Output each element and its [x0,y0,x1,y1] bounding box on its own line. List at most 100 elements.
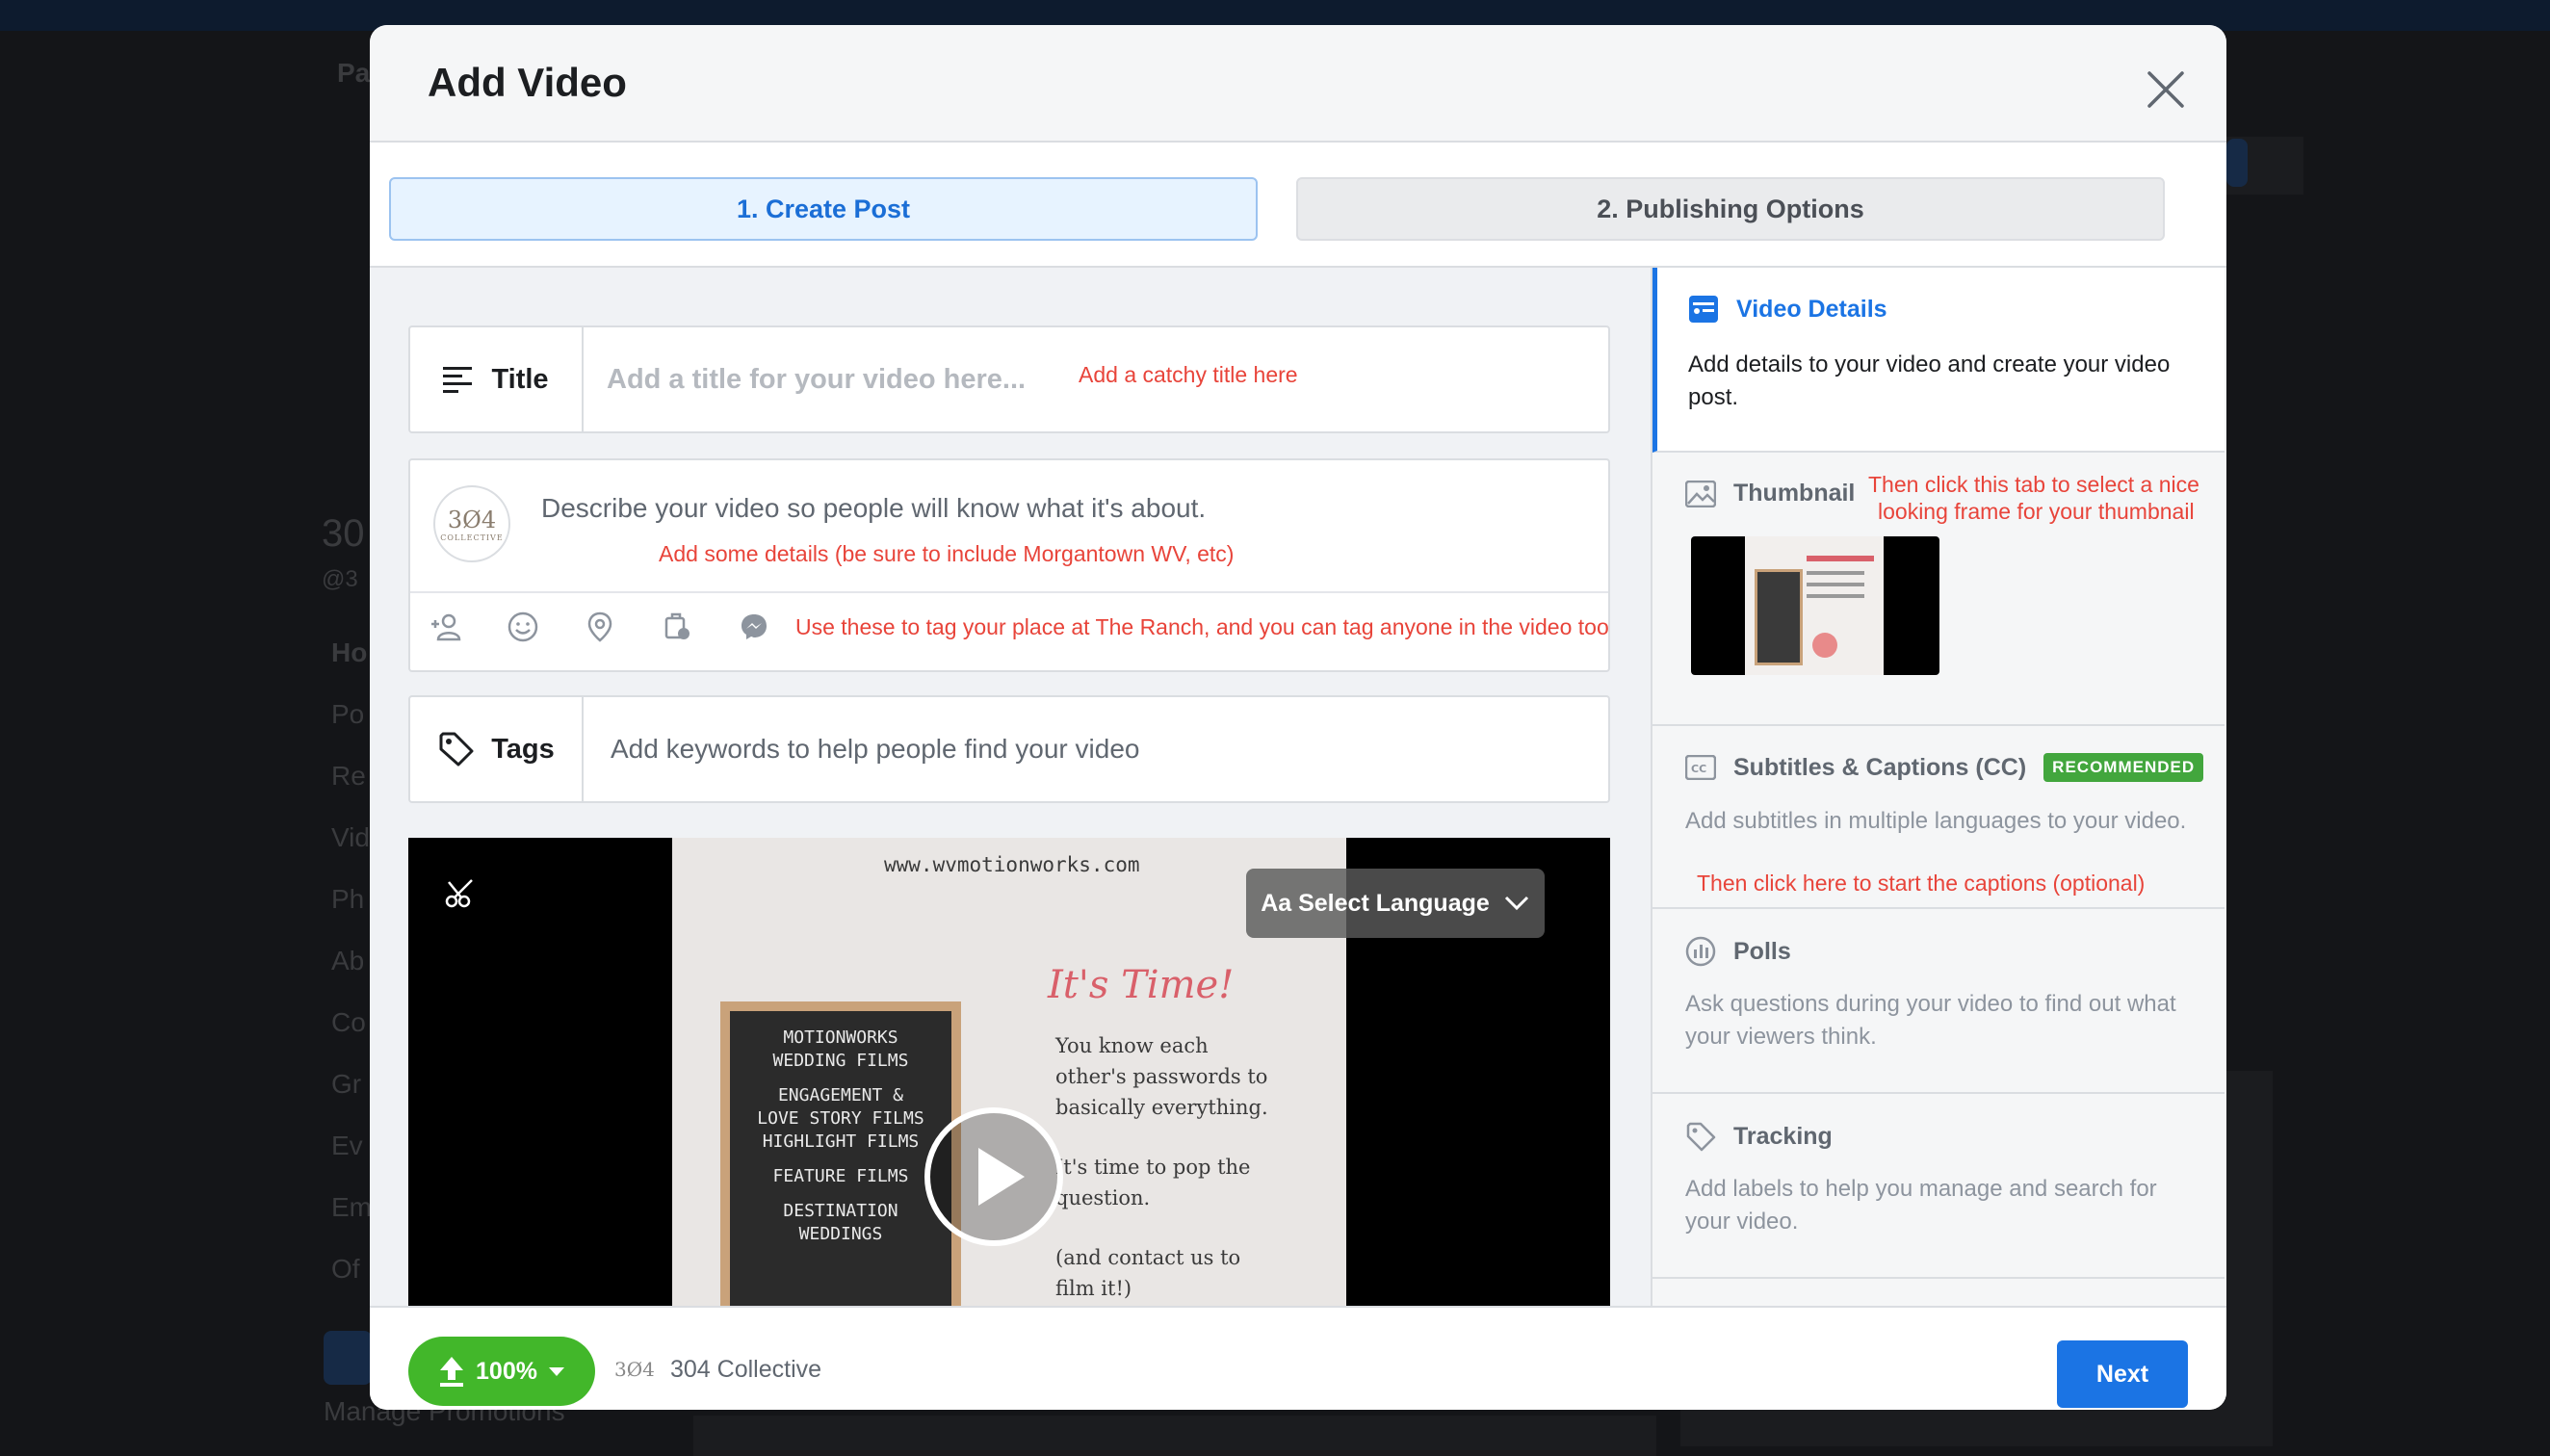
poll-icon [1685,936,1716,967]
letterboard-line: ENGAGEMENT & [777,1085,904,1105]
close-button[interactable] [2140,64,2192,116]
thumbnail-title: Thumbnail [1733,480,1856,507]
select-language-button[interactable]: Aa Select Language [1246,869,1545,938]
letterboard-line: FEATURE FILMS [772,1166,909,1186]
tag-people-icon[interactable] [429,611,462,643]
tags-input[interactable]: Add keywords to help people find your vi… [611,734,1139,765]
title-label-text: Title [491,363,549,395]
video-options-sidebar: Video Details Add details to your video … [1651,268,2226,1306]
tag-icon [439,732,474,767]
avatar: 3Ø4 COLLECTIVE [433,485,510,562]
thumbnail-header: Thumbnail [1685,480,1855,507]
video-copy-line [1055,1213,1306,1242]
polls-header: Polls [1685,936,1791,967]
background-promote-button [324,1331,372,1385]
thumbnail-preview[interactable] [1691,536,1939,675]
text-lines-icon [443,367,473,393]
tags-label-text: Tags [491,733,555,765]
feeling-icon[interactable] [507,611,539,643]
video-url: www.wvmotionworks.com [884,853,1140,876]
background-nav-10: Of [331,1254,360,1284]
subtitles-desc: Add subtitles in multiple languages to y… [1685,808,2187,834]
tags-field[interactable]: Tags Add keywords to help people find yo… [408,695,1610,803]
sidebar-item-polls[interactable]: Polls Ask questions during your video to… [1652,909,2225,1094]
video-copy-line: basically everything. [1055,1096,1268,1119]
video-details-title: Video Details [1736,295,1887,323]
background-nav-9: Em [331,1192,372,1222]
title-field[interactable]: Title Add a title for your video here...… [408,325,1610,433]
polls-title: Polls [1733,937,1791,965]
background-blue-button [2226,139,2248,187]
subtitles-header: CC Subtitles & Captions (CC) RECOMMENDED [1685,753,2204,782]
sponsor-tag-icon[interactable] [661,611,693,643]
letterboard-line: DESTINATION [783,1201,898,1221]
upload-progress-label: 100% [476,1357,537,1385]
letterboard-text: MOTIONWORKS WEDDING FILMS ENGAGEMENT & L… [730,1011,951,1306]
thumbnail-annotation-1: Then click this tab to select a nice [1868,472,2199,497]
description-annotation: Add some details (be sure to include Mor… [659,541,1235,566]
background-nav-2: Re [331,761,366,791]
background-nav-4: Ph [331,884,365,914]
tab-publishing-options[interactable]: 2. Publishing Options [1296,177,2165,241]
upload-arrow-icon [440,1357,464,1387]
description-input[interactable]: Describe your video so people will know … [541,493,1206,524]
video-preview[interactable]: www.wvmotionworks.com MOTIONWORKS WEDDIN… [408,838,1610,1306]
description-divider [410,591,1608,593]
sidebar-item-subtitles[interactable]: CC Subtitles & Captions (CC) RECOMMENDED… [1652,726,2225,909]
video-details-header: Video Details [1688,295,1887,324]
subtitles-title: Subtitles & Captions (CC) [1733,753,2027,781]
page-logo: 3Ø4 [614,1358,655,1381]
select-language-label: Aa Select Language [1261,889,1490,917]
letterboard-line: WEDDINGS [798,1224,883,1244]
tags-label: Tags [410,697,584,801]
modal-footer: 100% 3Ø4 304 Collective Next [370,1306,2226,1410]
tab-create-post[interactable]: 1. Create Post [389,177,1258,241]
upload-progress-button[interactable]: 100% [408,1337,595,1406]
background-page-name: 30 [322,512,365,555]
svg-text:CC: CC [1691,763,1706,775]
label-tag-icon [1686,1122,1716,1152]
modal-header: Add Video [370,25,2226,143]
video-copy: You know each other's passwords to basic… [1055,1030,1306,1304]
video-copy-line: (and contact us to [1055,1246,1241,1269]
background-nav-0: Ho [331,637,368,667]
letterboard-line: MOTIONWORKS [783,1027,898,1048]
thumbnail-frame [1745,536,1884,675]
post-editor: Title Add a title for your video here...… [370,268,1651,1306]
sidebar-item-thumbnail[interactable]: Thumbnail Then click this tab to select … [1652,453,2225,726]
play-icon [978,1148,1025,1206]
location-pin-icon[interactable] [584,611,616,643]
play-button[interactable] [924,1107,1063,1246]
chevron-down-icon [1504,896,1528,911]
letterboard-line [740,1188,942,1200]
background-feed-card [693,1416,1656,1456]
image-icon [1685,480,1716,507]
video-copy-line: It's time to pop the [1055,1156,1251,1179]
thumbnail-annotation-2: looking frame for your thumbnail [1878,499,2195,524]
video-details-icon [1689,296,1718,323]
letterboard-line: HIGHLIGHT FILMS [762,1131,920,1152]
tracking-desc: Add labels to help you manage and search… [1685,1176,2157,1235]
caret-down-icon [548,1367,564,1376]
description-field[interactable]: 3Ø4 COLLECTIVE Describe your video so pe… [408,458,1610,672]
next-button[interactable]: Next [2057,1340,2188,1408]
letterboard-line [740,1073,942,1084]
page-name: 304 Collective [670,1356,822,1383]
step-tabs: 1. Create Post 2. Publishing Options [370,143,2226,268]
video-copy-line: other's passwords to [1055,1065,1268,1088]
sidebar-item-tracking[interactable]: Tracking Add labels to help you manage a… [1652,1094,2225,1279]
title-input[interactable]: Add a title for your video here... [607,364,1026,396]
tracking-title: Tracking [1733,1122,1833,1150]
title-annotation: Add a catchy title here [1079,362,1298,387]
messenger-icon[interactable] [738,611,770,643]
avatar-text: 3Ø4 [447,506,497,533]
letterboard-line [740,1154,942,1165]
video-copy-line: You know each [1055,1034,1209,1057]
modal-title: Add Video [428,60,627,105]
scissors-icon[interactable] [443,876,478,911]
polls-desc: Ask questions during your video to find … [1685,991,2176,1050]
title-label: Title [410,327,584,431]
background-nav-5: Ab [331,946,365,975]
sidebar-item-video-details[interactable]: Video Details Add details to your video … [1652,268,2225,453]
cc-icon: CC [1685,755,1716,780]
